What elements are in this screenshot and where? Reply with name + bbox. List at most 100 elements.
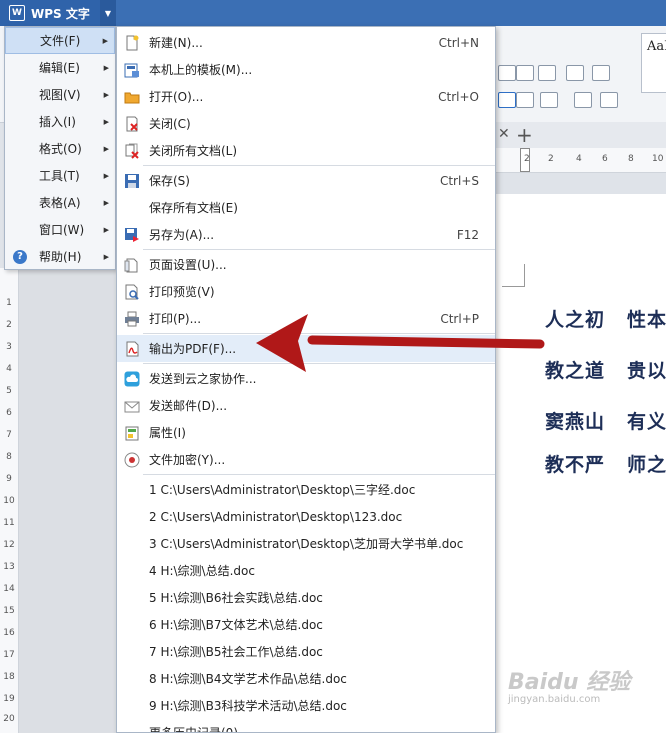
menu-send-mail[interactable]: 发送邮件(D)... [117, 392, 495, 419]
ruler-tick: 1 [6, 298, 12, 308]
close-icon[interactable]: ✕ [498, 126, 510, 142]
document-line: 教不严 师之 [545, 454, 666, 476]
menu-item-tools[interactable]: 工具(T) ▶ [5, 162, 115, 189]
menu-label: 发送邮件(D)... [149, 399, 228, 413]
text-box-icon[interactable] [592, 65, 610, 81]
more-history-item[interactable]: 更多历史记录(0)... [117, 719, 495, 732]
fill-color-icon[interactable] [574, 92, 592, 108]
ruler-tick: 10 [3, 496, 15, 506]
ruler-tick: 2 [6, 320, 12, 330]
menu-label: 关闭所有文档(L) [149, 144, 238, 158]
ruler-tick: 8 [6, 452, 12, 462]
wps-menu-button[interactable]: W WPS 文字 ▼ [0, 0, 116, 26]
shortcut-text: Ctrl+S [439, 173, 479, 188]
menu-new[interactable]: 新建(N)... Ctrl+N [117, 29, 495, 56]
save-as-icon [125, 227, 139, 242]
chevron-right-icon: ▶ [103, 63, 109, 72]
page-setup-icon [124, 258, 138, 272]
menu-label: 发送到云之家协作... [149, 372, 257, 386]
ruler-tick: 4 [576, 154, 582, 164]
menu-label: 页面设置(U)... [149, 258, 227, 272]
chevron-right-icon: ▶ [103, 225, 109, 234]
document-tabbar: ✕ + [496, 122, 666, 149]
chevron-right-icon: ▶ [103, 144, 109, 153]
recent-file-item[interactable]: 5 H:\综测\B6社会实践\总结.doc [117, 584, 495, 611]
recent-file-label: 8 H:\综测\B4文学艺术作品\总结.doc [149, 672, 347, 686]
new-tab-plus-icon[interactable]: + [516, 123, 533, 147]
menu-close[interactable]: 关闭(C) [117, 110, 495, 137]
recent-file-item[interactable]: 7 H:\综测\B5社会工作\总结.doc [117, 638, 495, 665]
vertical-ruler: 1 2 3 4 5 6 7 8 9 10 11 12 13 14 15 16 1… [0, 268, 19, 733]
menu-save[interactable]: 保存(S) Ctrl+S [117, 167, 495, 194]
menu-item-insert[interactable]: 插入(I) ▶ [5, 108, 115, 135]
outdent-icon[interactable] [516, 65, 534, 81]
menu-item-label: 帮助(H) [39, 250, 82, 264]
ruler-tick: 12 [3, 540, 15, 550]
properties-icon [125, 426, 139, 440]
annotation-arrow-icon [256, 314, 545, 372]
recent-file-label: 2 C:\Users\Administrator\Desktop\123.doc [149, 509, 403, 524]
help-icon: ? [13, 249, 27, 264]
recent-file-item[interactable]: 4 H:\综测\总结.doc [117, 557, 495, 584]
menu-label: 保存所有文档(E) [149, 201, 238, 215]
main-menu: 文件(F) ▶ 编辑(E) ▶ 视图(V) ▶ 插入(I) ▶ 格式(O) ▶ … [4, 26, 116, 270]
menu-item-view[interactable]: 视图(V) ▶ [5, 81, 115, 108]
menu-properties[interactable]: 属性(I) [117, 419, 495, 446]
menu-item-edit[interactable]: 编辑(E) ▶ [5, 54, 115, 81]
chevron-right-icon: ▶ [103, 198, 109, 207]
wps-logo-icon: W [9, 5, 25, 21]
menu-label: 新建(N)... [149, 36, 203, 50]
pdf-icon [126, 341, 139, 356]
menu-close-all[interactable]: 关闭所有文档(L) [117, 137, 495, 164]
document-line: 人之初 性本 [545, 309, 666, 331]
menu-item-file[interactable]: 文件(F) ▶ [5, 27, 115, 54]
ruler-tick: 6 [602, 154, 608, 164]
menu-label: 打印(P)... [149, 312, 202, 326]
ruler-tick: 11 [3, 518, 15, 528]
grid-icon[interactable] [566, 65, 584, 81]
menu-print-preview[interactable]: 打印预览(V) [117, 278, 495, 305]
cloud-icon [124, 371, 140, 386]
recent-file-item[interactable]: 9 H:\综测\B3科技学术活动\总结.doc [117, 692, 495, 719]
new-file-icon [126, 35, 139, 50]
indent-icon[interactable] [498, 65, 516, 81]
shortcut-text: Ctrl+N [438, 35, 479, 50]
recent-file-item[interactable]: 8 H:\综测\B4文学艺术作品\总结.doc [117, 665, 495, 692]
menu-item-format[interactable]: 格式(O) ▶ [5, 135, 115, 162]
recent-file-item[interactable]: 1 C:\Users\Administrator\Desktop\三字经.doc [117, 476, 495, 503]
ruler-tick: 13 [3, 562, 15, 572]
ruler-tick: 19 [3, 694, 15, 704]
menu-item-label: 文件(F) [40, 34, 81, 48]
menu-encrypt[interactable]: 文件加密(Y)... [117, 446, 495, 473]
menu-item-table[interactable]: 表格(A) ▶ [5, 189, 115, 216]
document-background [18, 268, 118, 733]
menu-save-all[interactable]: 保存所有文档(E) [117, 194, 495, 221]
ruler-tick: 2 [548, 154, 554, 164]
justify-icon[interactable] [498, 92, 516, 108]
document-line: 教之道 贵以 [545, 360, 666, 382]
text-style-icon[interactable] [538, 65, 556, 81]
menu-page-setup[interactable]: 页面设置(U)... [117, 251, 495, 278]
line-spacing-icon[interactable] [540, 92, 558, 108]
menu-templates[interactable]: 本机上的模板(M)... [117, 56, 495, 83]
recent-file-item[interactable]: 2 C:\Users\Administrator\Desktop\123.doc [117, 503, 495, 530]
recent-file-item[interactable]: 6 H:\综测\B7文体艺术\总结.doc [117, 611, 495, 638]
menu-open[interactable]: 打开(O)... Ctrl+O [117, 83, 495, 110]
save-icon [125, 173, 139, 188]
chevron-down-icon[interactable]: ▼ [100, 0, 116, 26]
style-preview[interactable]: AaB [641, 33, 666, 93]
menu-item-help[interactable]: ? 帮助(H) ▶ [5, 243, 115, 270]
recent-file-item[interactable]: 3 C:\Users\Administrator\Desktop\芝加哥大学书单… [117, 530, 495, 557]
print-preview-icon [125, 284, 139, 300]
ruler-tick: 14 [3, 584, 15, 594]
close-all-icon [125, 143, 139, 159]
ruler-tick: 7 [6, 430, 12, 440]
menu-save-as[interactable]: 另存为(A)... F12 [117, 221, 495, 248]
shortcut-text: F12 [456, 227, 479, 242]
recent-file-label: 4 H:\综测\总结.doc [149, 564, 255, 578]
border-icon[interactable] [600, 92, 618, 108]
ruler-tick: 5 [6, 386, 12, 396]
menu-item-window[interactable]: 窗口(W) ▶ [5, 216, 115, 243]
distribute-icon[interactable] [516, 92, 534, 108]
template-icon [124, 63, 139, 77]
